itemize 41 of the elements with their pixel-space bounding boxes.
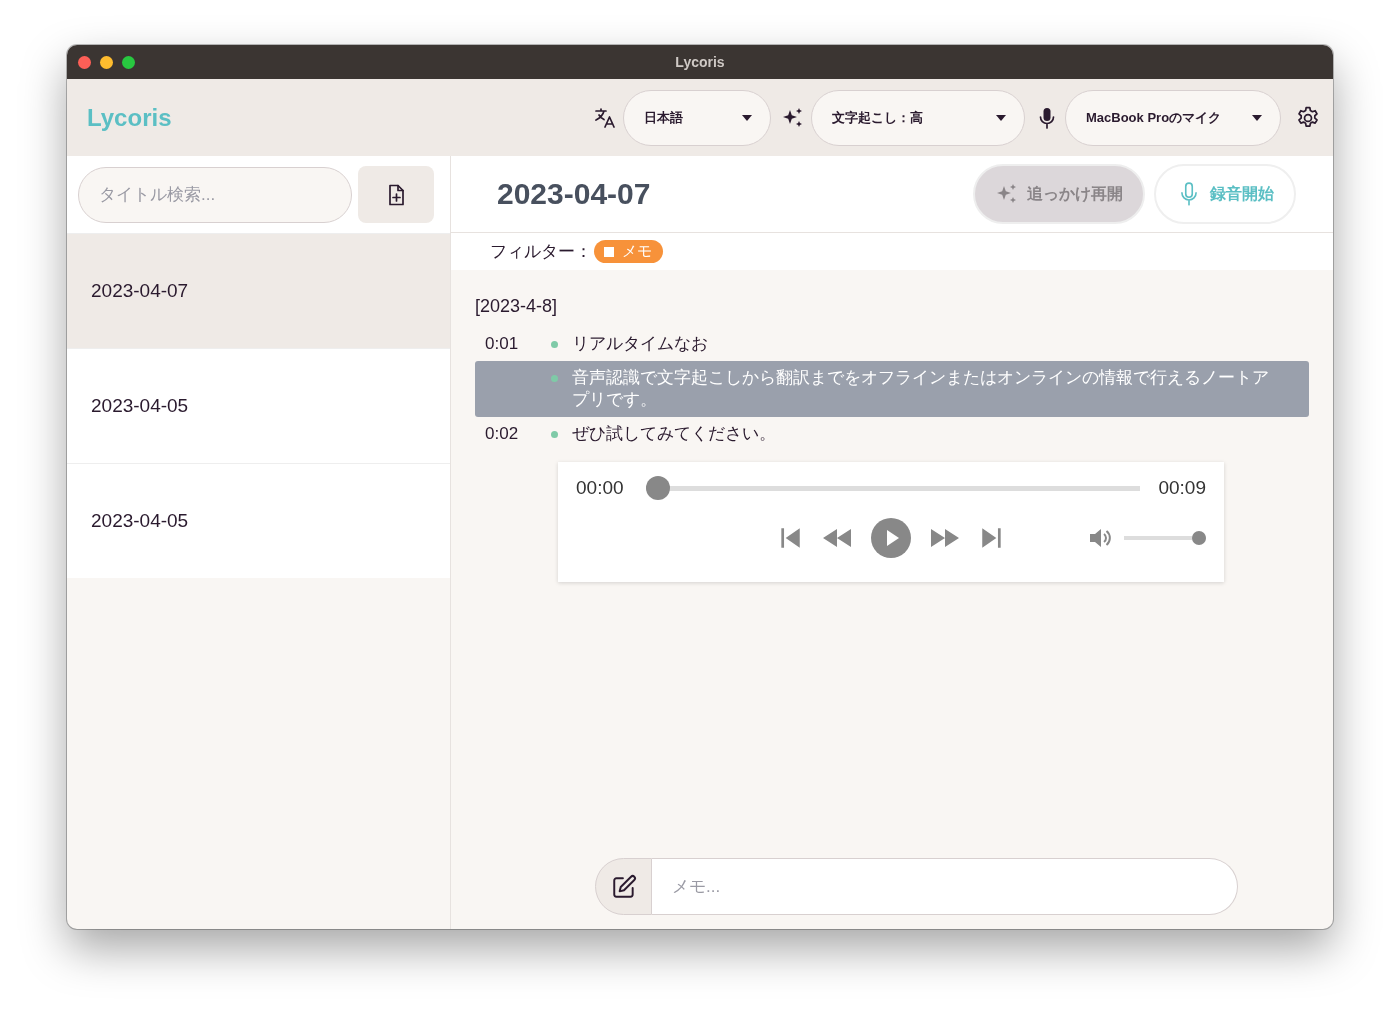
app-logo: Lycoris <box>87 103 172 132</box>
volume-icon[interactable] <box>1088 526 1114 550</box>
zoom-button[interactable] <box>122 56 135 69</box>
close-button[interactable] <box>78 56 91 69</box>
transcript-text: リアルタイムなお <box>572 333 708 355</box>
transcript-text: 音声認識で文字起こしから翻訳までをオフラインまたはオンラインの情報で行えるノートアプリです。 <box>572 367 1270 411</box>
note-list-item[interactable]: 2023-04-07 <box>67 233 450 348</box>
note-title: 2023-04-07 <box>497 177 651 211</box>
progress-thumb[interactable] <box>645 476 670 500</box>
note-list-item[interactable]: 2023-04-05 <box>67 348 450 463</box>
bullet-dot <box>551 341 558 348</box>
microphone-dropdown[interactable]: MacBook Proのマイク <box>1065 89 1281 146</box>
transcript-text: ぜひ試してみてください。 <box>572 423 776 445</box>
new-note-button[interactable] <box>358 166 434 223</box>
search-field[interactable]: タイトル検索... <box>78 166 352 223</box>
window-title: Lycoris <box>675 54 725 70</box>
edit-icon <box>610 873 637 900</box>
bullet-dot <box>551 431 558 438</box>
caret-icon <box>742 114 752 121</box>
filter-label: フィルター： <box>490 241 592 263</box>
transcript-line[interactable]: 0:02 ぜひ試してみてください。 <box>475 417 1309 451</box>
translate-icon <box>593 105 617 130</box>
fast-forward-icon[interactable] <box>929 526 961 550</box>
current-time: 00:00 <box>576 477 624 499</box>
caret-icon <box>1252 114 1262 121</box>
date-heading: [2023-4-8] <box>475 296 559 317</box>
volume-thumb[interactable] <box>1192 531 1206 545</box>
transcript-line[interactable]: 0:01 リアルタイムなお <box>475 327 1309 361</box>
caret-icon <box>996 114 1006 121</box>
bullet-dot <box>551 375 558 382</box>
edit-button[interactable] <box>595 858 652 915</box>
language-dropdown[interactable]: 日本語 <box>623 89 771 146</box>
minimize-button[interactable] <box>100 56 113 69</box>
quality-dropdown[interactable]: 文字起こし：高 <box>811 89 1025 146</box>
play-button[interactable] <box>871 518 911 558</box>
duration: 00:09 <box>1158 477 1206 499</box>
memo-field[interactable]: メモ... <box>652 858 1238 915</box>
note-list-item[interactable]: 2023-04-05 <box>67 463 450 578</box>
rewind-icon[interactable] <box>821 526 853 550</box>
timestamp: 0:02 <box>485 424 519 443</box>
timestamp: 0:01 <box>485 334 519 353</box>
